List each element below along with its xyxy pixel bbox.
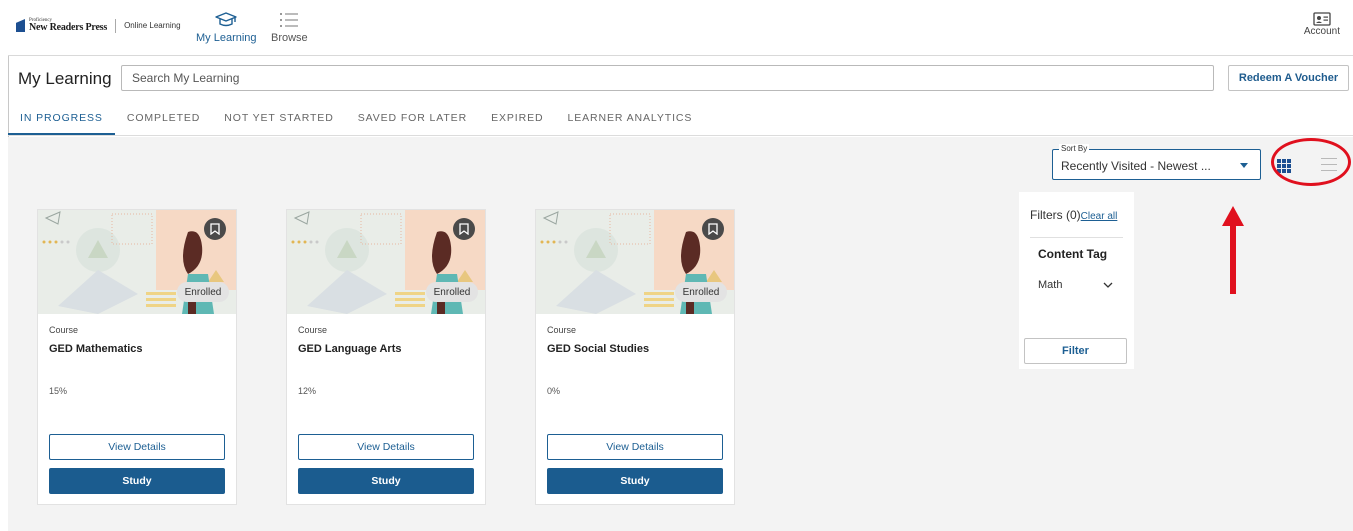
sort-select[interactable]: Sort By Recently Visited - Newest ... <box>1052 144 1261 180</box>
filter-option-label: Math <box>1038 279 1063 291</box>
filter-button[interactable]: Filter <box>1024 338 1127 364</box>
nav-browse[interactable]: Browse <box>271 12 308 44</box>
course-thumbnail: Enrolled <box>536 210 734 314</box>
filters-heading: Filters (0)Clear all <box>1030 208 1117 222</box>
tab-bar: IN PROGRESS COMPLETED NOT YET STARTED SA… <box>8 104 1353 136</box>
sort-label: Sort By <box>1059 144 1090 154</box>
filters-divider <box>1030 237 1123 238</box>
card-type: Course <box>49 325 79 335</box>
top-bar: Proficiency New Readers Press Online Lea… <box>8 2 1353 56</box>
course-card[interactable]: Enrolled Course GED Social Studies 0% Vi… <box>535 209 735 505</box>
chevron-down-icon <box>1103 282 1113 288</box>
account-label: Account <box>1303 26 1340 37</box>
redeem-voucher-button[interactable]: Redeem A Voucher <box>1228 65 1349 91</box>
clear-all-link[interactable]: Clear all <box>1081 211 1118 222</box>
study-button[interactable]: Study <box>298 468 474 494</box>
card-type: Course <box>298 325 328 335</box>
filter-option-math[interactable]: Math <box>1038 279 1113 291</box>
card-progress: 15% <box>49 386 68 396</box>
course-card[interactable]: Enrolled Course GED Mathematics 15% View… <box>37 209 237 505</box>
tab-completed[interactable]: COMPLETED <box>115 104 212 135</box>
tab-learner-analytics[interactable]: LEARNER ANALYTICS <box>555 104 704 135</box>
nav-browse-label: Browse <box>271 32 308 44</box>
sort-value: Recently Visited - Newest ... <box>1061 159 1211 173</box>
caret-down-icon <box>1240 163 1248 168</box>
status-badge: Enrolled <box>177 282 229 302</box>
nav-my-learning[interactable]: My Learning <box>196 12 257 44</box>
card-progress: 12% <box>298 386 317 396</box>
filters-count: Filters (0) <box>1030 208 1081 222</box>
brand-name: New Readers Press <box>29 22 108 33</box>
view-details-button[interactable]: View Details <box>49 434 225 460</box>
tab-in-progress[interactable]: IN PROGRESS <box>8 104 115 135</box>
page-title: My Learning <box>18 69 112 88</box>
card-progress: 0% <box>547 386 561 396</box>
status-badge: Enrolled <box>675 282 727 302</box>
nav-my-learning-label: My Learning <box>196 32 257 44</box>
tab-expired[interactable]: EXPIRED <box>479 104 555 135</box>
view-details-button[interactable]: View Details <box>298 434 474 460</box>
search-input[interactable] <box>121 65 1214 91</box>
bookmark-icon[interactable] <box>204 218 226 240</box>
brand-divider <box>115 18 117 33</box>
card-title: GED Social Studies <box>547 343 650 355</box>
brand-sub: Online Learning <box>124 21 181 30</box>
brand-logo[interactable]: Proficiency New Readers Press Online Lea… <box>16 18 181 33</box>
tab-not-yet-started[interactable]: NOT YET STARTED <box>212 104 345 135</box>
annotation-circle <box>1271 138 1351 186</box>
annotation-arrow-icon <box>1222 206 1244 294</box>
course-thumbnail: Enrolled <box>38 210 236 314</box>
card-type: Course <box>547 325 577 335</box>
filters-panel: Filters (0)Clear all Content Tag Math Fi… <box>1019 192 1134 369</box>
view-details-button[interactable]: View Details <box>547 434 723 460</box>
bookmark-icon[interactable] <box>702 218 724 240</box>
bookmark-icon[interactable] <box>453 218 475 240</box>
list-icon <box>280 13 299 27</box>
account-card-icon <box>1313 12 1331 26</box>
content-tag-heading: Content Tag <box>1038 247 1108 261</box>
study-button[interactable]: Study <box>49 468 225 494</box>
account-button[interactable]: Account <box>1304 12 1340 37</box>
card-title: GED Language Arts <box>298 343 402 355</box>
course-card[interactable]: Enrolled Course GED Language Arts 12% Vi… <box>286 209 486 505</box>
card-title: GED Mathematics <box>49 343 143 355</box>
course-thumbnail: Enrolled <box>287 210 485 314</box>
brand-mark-icon <box>16 19 25 32</box>
status-badge: Enrolled <box>426 282 478 302</box>
study-button[interactable]: Study <box>547 468 723 494</box>
tab-saved-for-later[interactable]: SAVED FOR LATER <box>346 104 479 135</box>
graduation-cap-icon <box>215 12 237 27</box>
